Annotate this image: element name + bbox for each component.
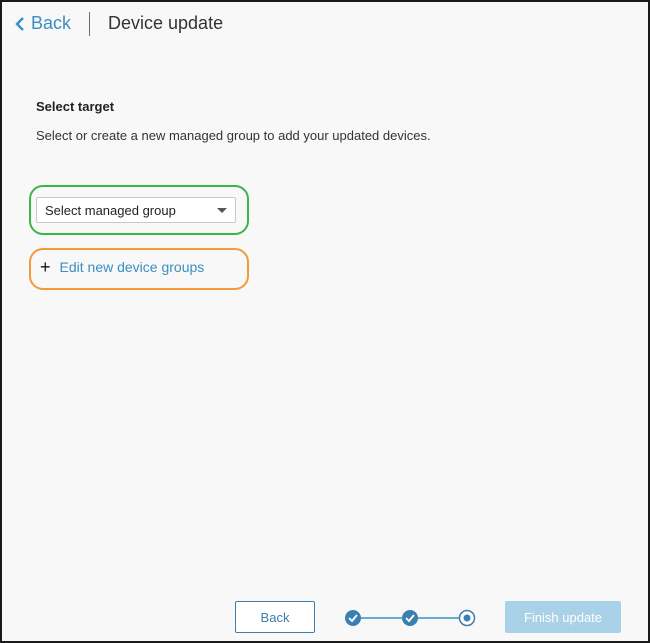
header-divider bbox=[89, 12, 90, 36]
page-title: Device update bbox=[108, 13, 224, 33]
step-1-complete-icon bbox=[345, 610, 361, 626]
caret-down-icon bbox=[217, 207, 227, 213]
section-description: Select or create a new managed group to … bbox=[36, 128, 431, 143]
progress-stepper bbox=[345, 609, 476, 627]
plus-icon: + bbox=[40, 257, 51, 277]
managed-group-select-value: Select managed group bbox=[45, 202, 176, 218]
step-2-complete-icon bbox=[402, 610, 418, 626]
edit-device-groups-link[interactable]: + Edit new device groups bbox=[40, 257, 205, 277]
app-window: Back Device update Select target Select … bbox=[0, 0, 650, 643]
section-title: Select target bbox=[36, 99, 115, 114]
step-3-current-icon bbox=[458, 609, 476, 627]
managed-group-select[interactable]: Select managed group bbox=[36, 197, 236, 223]
back-button[interactable]: Back bbox=[235, 601, 315, 633]
header-back-label: Back bbox=[31, 13, 72, 33]
chevron-left-icon bbox=[15, 16, 24, 31]
header-back-link[interactable]: Back bbox=[15, 13, 71, 34]
edit-device-groups-label: Edit new device groups bbox=[59, 259, 205, 275]
finish-update-button[interactable]: Finish update bbox=[505, 601, 621, 633]
